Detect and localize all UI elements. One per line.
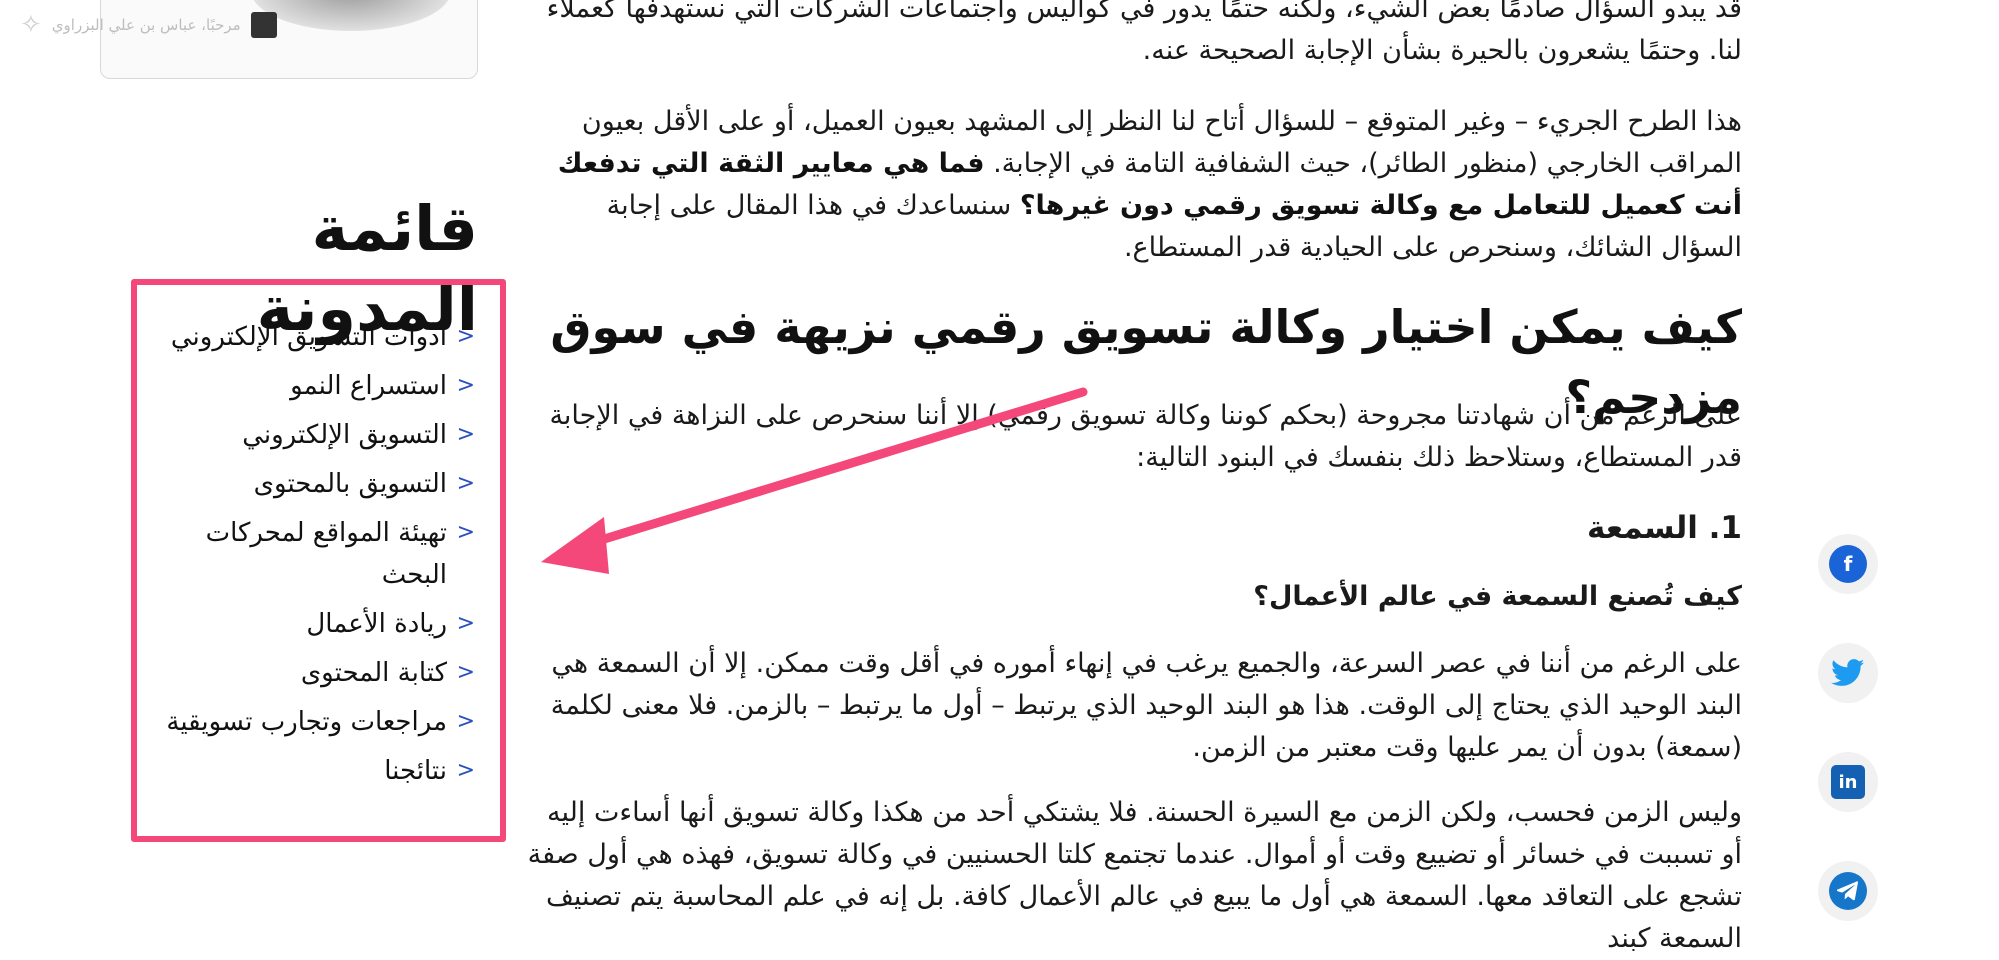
blog-category-item[interactable]: < مراجعات وتجارب تسويقية [145,701,475,743]
blog-category-item[interactable]: < نتائجنا [145,750,475,792]
subsection-subheading: كيف تُصنع السمعة في عالم الأعمال؟ [1253,581,1742,612]
blog-category-link[interactable]: تهيئة المواقع لمحركات البحث [145,512,447,596]
linkedin-share-button[interactable]: in [1818,752,1878,812]
linkedin-icon: in [1831,765,1865,799]
article-paragraph: قد يبدو السؤال صادمًا بعض الشيء، ولكنه ح… [546,0,1742,66]
blog-category-link[interactable]: مراجعات وتجارب تسويقية [145,701,447,743]
blog-category-link[interactable]: ريادة الأعمال [145,603,447,645]
twitter-share-button[interactable] [1818,643,1878,703]
blog-category-link[interactable]: أدوات التسويق الإلكتروني [145,316,447,358]
chevron-icon: < [456,520,475,545]
user-strip[interactable]: مرحبًا، عباس بن علي البزراوي ✧ [20,10,277,40]
blog-category-item[interactable]: < التسويق بالمحتوى [145,463,475,505]
user-card-decoration [251,0,451,31]
blog-category-link[interactable]: نتائجنا [145,750,447,792]
blog-category-item[interactable]: < أدوات التسويق الإلكتروني [145,316,475,358]
chevron-icon: < [456,660,475,685]
avatar[interactable] [250,12,277,38]
chevron-icon: < [456,611,475,636]
chevron-icon: < [456,758,475,783]
facebook-share-button[interactable]: f [1818,534,1878,594]
blog-category-item[interactable]: < التسويق الإلكتروني [145,414,475,456]
blog-category-link[interactable]: التسويق بالمحتوى [145,463,447,505]
twitter-icon [1829,654,1867,692]
chevron-icon: < [456,709,475,734]
blog-category-link[interactable]: التسويق الإلكتروني [145,414,447,456]
article-paragraph: هذا الطرح الجريء – وغير المتوقع – للسؤال… [520,101,1742,269]
telegram-icon [1829,872,1867,910]
blog-category-item[interactable]: < كتابة المحتوى [145,652,475,694]
article-paragraph: وليس الزمن فحسب، ولكن الزمن مع السيرة ال… [527,797,1742,954]
chevron-icon: < [456,373,475,398]
sparkle-icon[interactable]: ✧ [20,10,42,40]
blog-category-link[interactable]: كتابة المحتوى [145,652,447,694]
blog-category-item[interactable]: < استسراع النمو [145,365,475,407]
blog-category-item[interactable]: < تهيئة المواقع لمحركات البحث [145,512,475,596]
blog-category-link[interactable]: استسراع النمو [145,365,447,407]
article-paragraph: على الرغم من أننا في عصر السرعة، والجميع… [550,648,1742,763]
subsection-heading: 1. السمعة [1586,510,1742,546]
blog-category-list: < أدوات التسويق الإلكتروني < استسراع النمو <… [145,316,475,799]
user-greeting: مرحبًا، عباس بن علي البزراوي [51,16,241,34]
blog-category-item[interactable]: < ريادة الأعمال [145,603,475,645]
telegram-share-button[interactable] [1818,861,1878,921]
article-paragraph: على الرغم من أن شهادتنا مجروحة (بحكم كون… [549,400,1742,473]
chevron-icon: < [456,471,475,496]
chevron-icon: < [456,324,475,349]
chevron-icon: < [456,422,475,447]
facebook-icon: f [1829,545,1867,583]
